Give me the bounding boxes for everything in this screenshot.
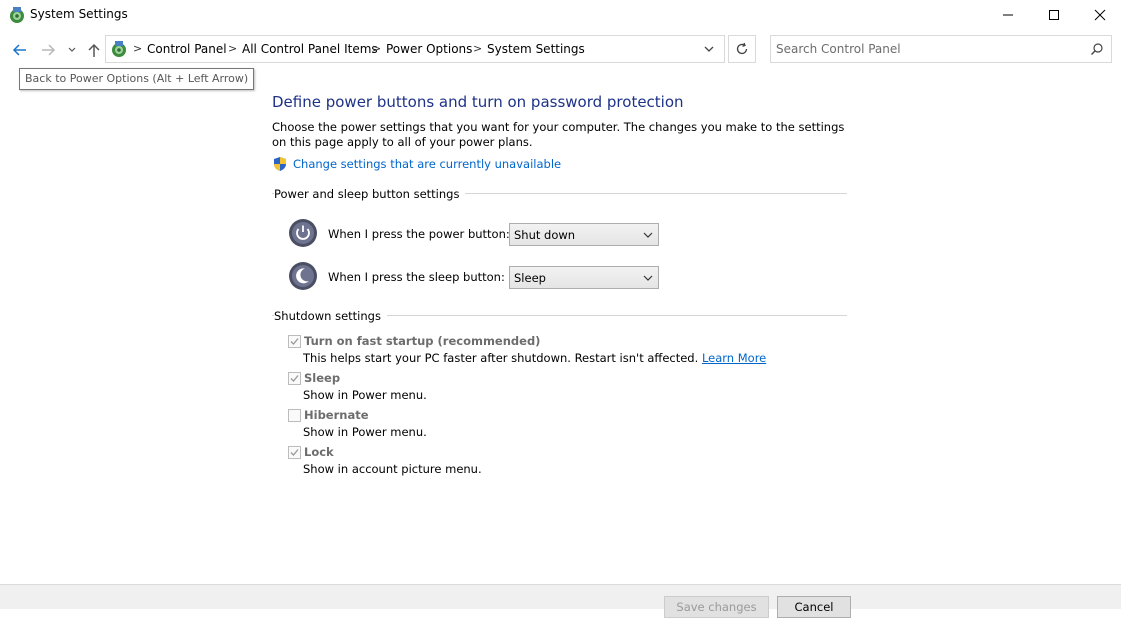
fast-startup-checkbox[interactable] [288,335,301,348]
learn-more-link[interactable]: Learn More [702,351,766,365]
hibernate-option-desc: Show in Power menu. [303,425,427,439]
shutdown-section-label: Shutdown settings [274,309,387,323]
sleep-checkbox[interactable] [288,372,301,385]
power-button-icon [289,219,317,247]
close-button[interactable] [1077,0,1121,30]
breadcrumb-system-settings[interactable]: System Settings [487,42,585,56]
fast-startup-label: Turn on fast startup (recommended) [304,334,541,348]
sleep-button-value: Sleep [514,271,546,285]
minimize-icon [1003,14,1013,16]
arrow-right-icon [42,44,56,56]
page-title: Define power buttons and turn on passwor… [272,93,684,111]
address-history-button[interactable] [700,38,718,60]
hibernate-option-label: Hibernate [304,408,369,422]
back-tooltip: Back to Power Options (Alt + Left Arrow) [19,68,255,90]
control-panel-icon [10,7,24,23]
fast-startup-desc-text: This helps start your PC faster after sh… [303,351,699,365]
window-title: System Settings [30,7,128,21]
lock-option-desc: Show in account picture menu. [303,462,482,476]
chevron-down-icon [643,232,653,238]
breadcrumb-control-panel[interactable]: Control Panel [147,42,227,56]
breadcrumb-power-options[interactable]: Power Options [386,42,472,56]
control-panel-icon [112,41,126,57]
title-bar [0,0,1121,30]
sleep-option-desc: Show in Power menu. [303,388,427,402]
lock-option-label: Lock [304,445,334,459]
sleep-button-label: When I press the sleep button: [328,270,505,284]
hibernate-checkbox[interactable] [288,409,301,422]
sleep-button-select[interactable]: Sleep [509,266,659,289]
power-button-label: When I press the power button: [328,227,510,241]
breadcrumb-separator: > [372,42,382,55]
breadcrumb-separator: > [473,42,483,55]
breadcrumb-all-items[interactable]: All Control Panel Items [242,42,378,56]
uac-shield-icon [274,157,286,171]
power-button-select[interactable]: Shut down [509,223,659,246]
chevron-down-icon [643,275,653,281]
minimize-button[interactable] [985,0,1031,30]
checkmark-icon [290,338,299,345]
left-pane-edge [0,65,2,585]
back-button[interactable] [10,40,30,60]
footer-bar [0,585,1121,609]
close-icon [1094,9,1106,21]
cancel-button[interactable]: Cancel [777,596,851,618]
breadcrumb-separator: > [228,42,238,55]
arrow-left-icon [12,44,26,56]
arrow-up-icon [88,43,100,57]
sleep-button-icon [289,262,317,290]
lock-checkbox[interactable] [288,446,301,459]
up-button[interactable] [84,40,104,60]
checkmark-icon [290,375,299,382]
save-changes-button[interactable]: Save changes [664,596,769,618]
recent-locations-button[interactable] [64,40,80,60]
fast-startup-desc: This helps start your PC faster after sh… [303,351,766,365]
intro-text: Choose the power settings that you want … [272,120,845,149]
maximize-icon [1049,10,1059,20]
breadcrumb-separator: > [133,42,143,55]
search-input[interactable] [776,40,1076,58]
chevron-down-icon [68,47,76,52]
checkmark-icon [290,449,299,456]
sleep-option-label: Sleep [304,371,341,385]
search-icon[interactable] [1090,42,1104,56]
change-settings-link[interactable]: Change settings that are currently unava… [293,157,561,171]
power-button-value: Shut down [514,228,576,242]
chevron-down-icon [704,46,714,52]
refresh-button[interactable] [728,35,756,63]
forward-button[interactable] [38,40,58,60]
power-section-label: Power and sleep button settings [274,187,466,201]
maximize-button[interactable] [1031,0,1077,30]
refresh-icon [736,42,748,55]
